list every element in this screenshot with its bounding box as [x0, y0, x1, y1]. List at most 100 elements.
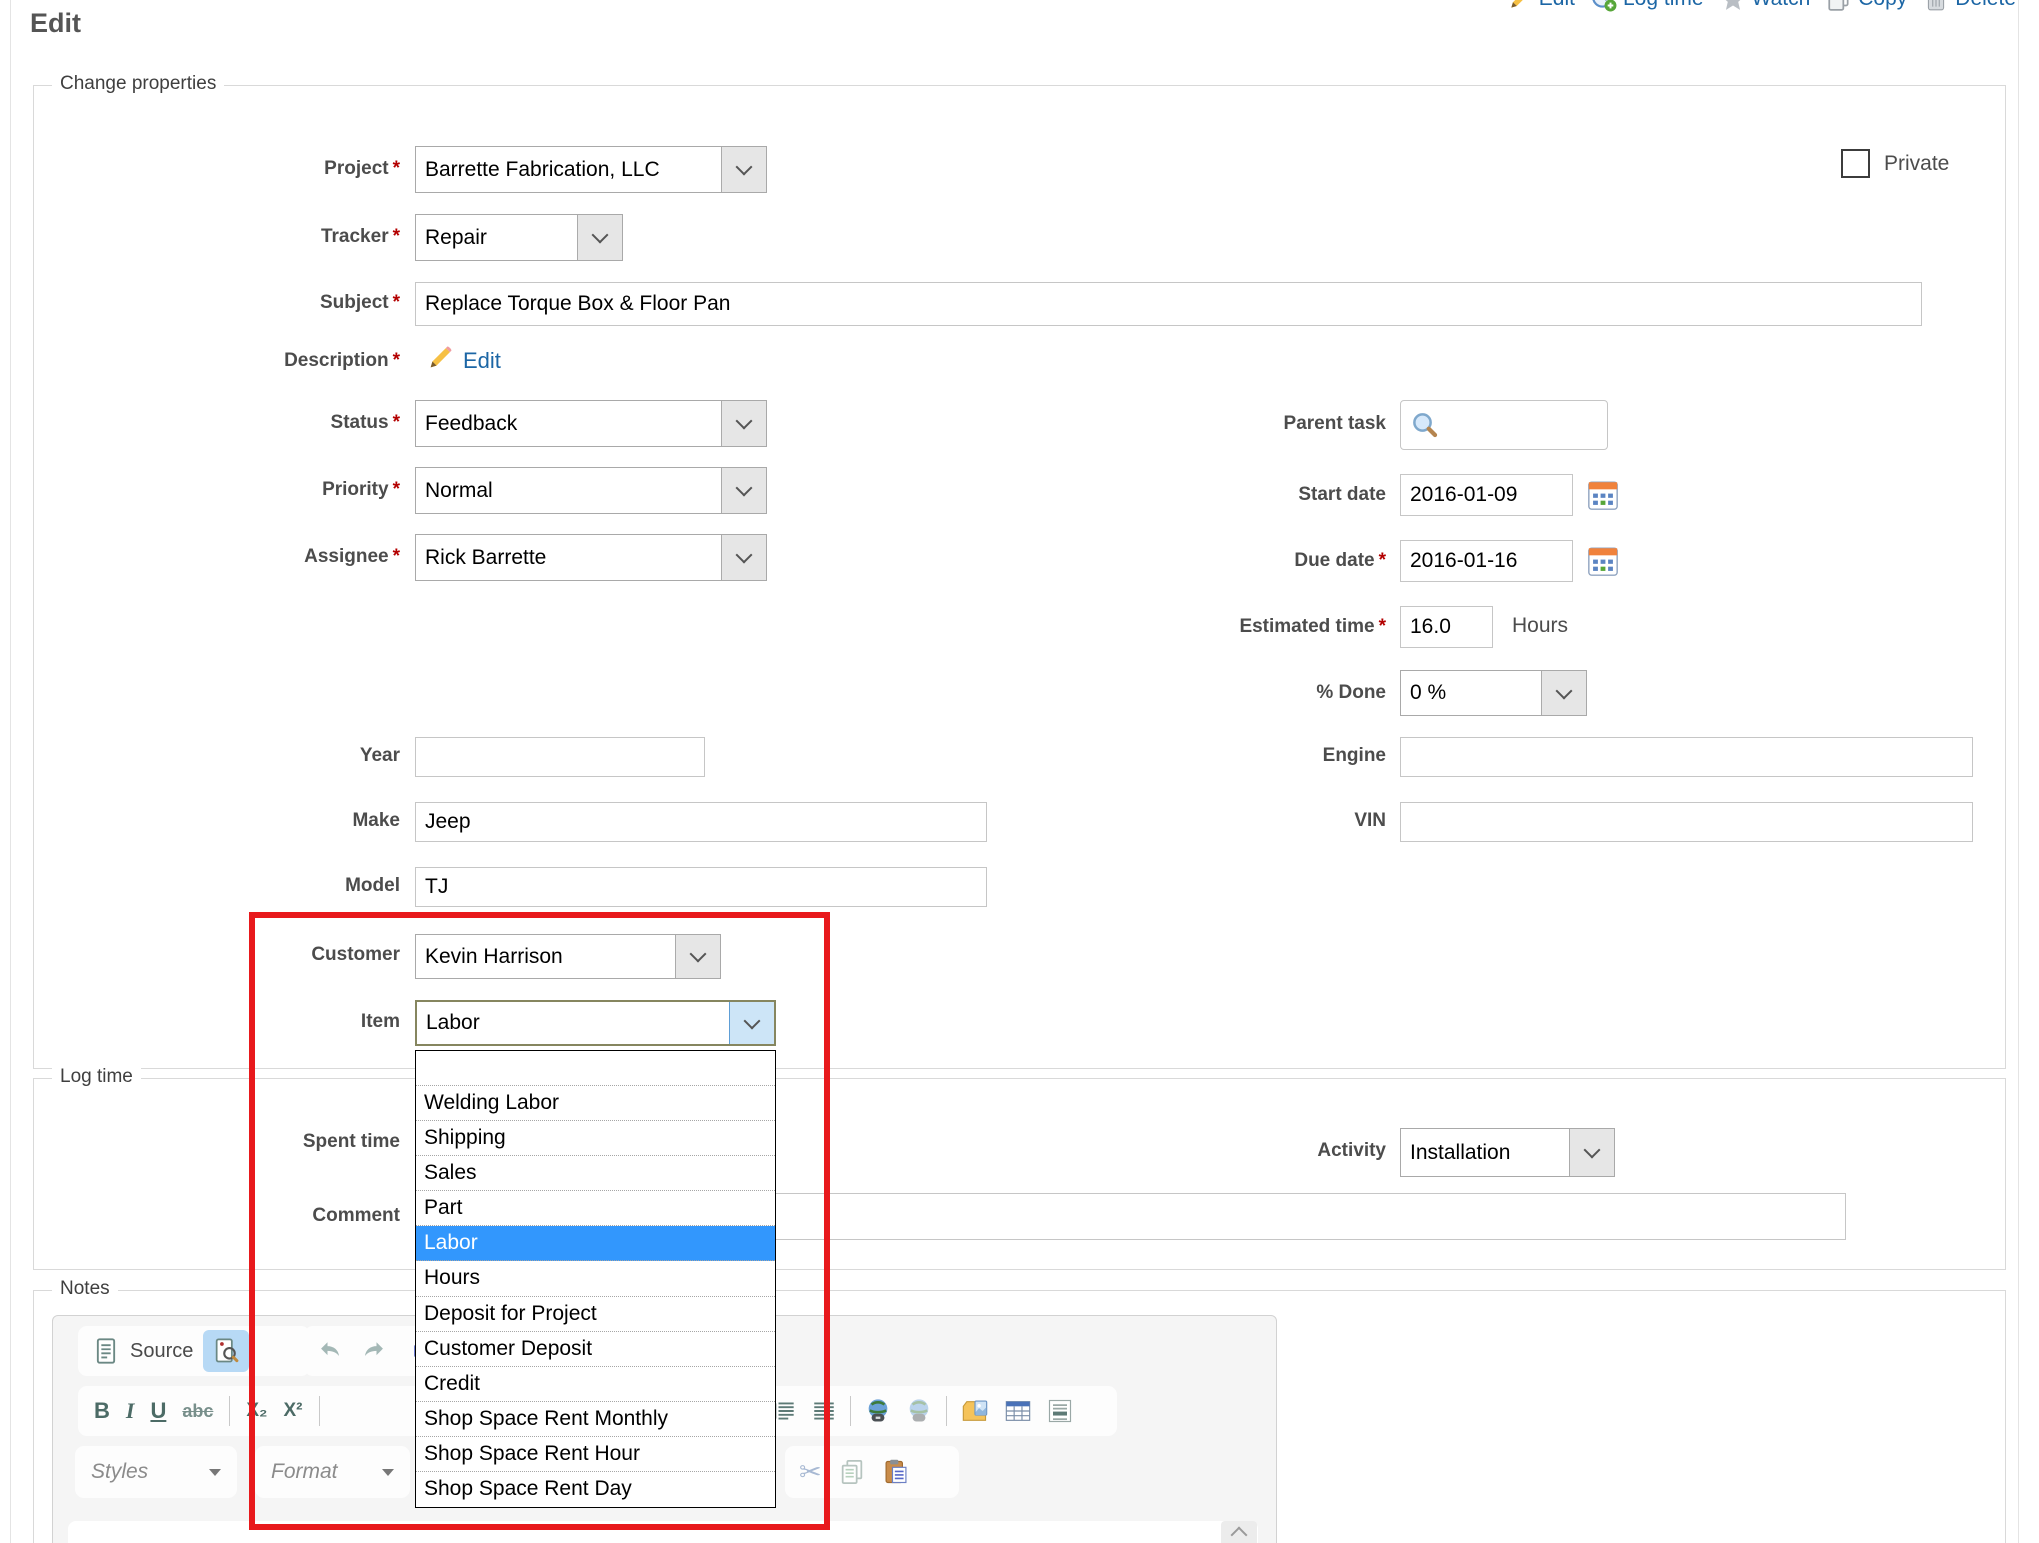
- vin-input[interactable]: [1400, 802, 1973, 842]
- customer-select[interactable]: Kevin Harrison: [415, 934, 721, 979]
- dropdown-option[interactable]: Deposit for Project: [416, 1297, 775, 1332]
- chevron-down-icon[interactable]: [721, 468, 766, 513]
- priority-select[interactable]: Normal: [415, 467, 767, 514]
- undo-icon[interactable]: [316, 1337, 346, 1365]
- engine-input[interactable]: [1400, 737, 1973, 777]
- editor-content-area[interactable]: [68, 1521, 1258, 1543]
- search-icon: [1410, 410, 1440, 440]
- assignee-select[interactable]: Rick Barrette: [415, 534, 767, 581]
- insert-table-icon[interactable]: [1003, 1397, 1033, 1425]
- dropdown-option-blank[interactable]: [416, 1051, 775, 1086]
- chevron-down-icon[interactable]: [675, 935, 720, 978]
- cut-icon[interactable]: ✂: [799, 1457, 822, 1488]
- dropdown-option[interactable]: Part: [416, 1191, 775, 1226]
- dropdown-option[interactable]: Shop Space Rent Monthly: [416, 1402, 775, 1437]
- content-right-border: [2018, 0, 2019, 1543]
- calendar-icon[interactable]: [1586, 478, 1620, 512]
- edit-action-link[interactable]: Edit: [1507, 0, 1575, 12]
- comment-label: Comment: [60, 1205, 400, 1227]
- priority-label: Priority*: [60, 479, 400, 501]
- watch-action-link[interactable]: Watch: [1720, 0, 1811, 12]
- toolbar-collapse-button[interactable]: [1221, 1521, 1257, 1543]
- chevron-down-icon[interactable]: [1541, 671, 1586, 715]
- chevron-down-icon[interactable]: [721, 401, 766, 446]
- dropdown-option[interactable]: Welding Labor: [416, 1086, 775, 1121]
- strikethrough-button[interactable]: abc: [182, 1401, 213, 1422]
- dropdown-option[interactable]: Credit: [416, 1367, 775, 1402]
- trash-icon: [1923, 0, 1949, 12]
- chevron-down-icon[interactable]: [721, 535, 766, 580]
- horizontal-rule-icon[interactable]: [1046, 1397, 1074, 1425]
- dropdown-option[interactable]: Customer Deposit: [416, 1332, 775, 1367]
- private-checkbox[interactable]: [1841, 149, 1870, 178]
- copy-icon: [1826, 0, 1852, 12]
- subscript-button[interactable]: X₂: [246, 1400, 267, 1422]
- chevron-down-icon[interactable]: [577, 215, 622, 260]
- due-date-label: Due date*: [1046, 550, 1386, 572]
- content-left-border: [10, 0, 11, 1543]
- calendar-icon[interactable]: [1586, 544, 1620, 578]
- chevron-down-icon[interactable]: [729, 1002, 774, 1044]
- preview-icon: [212, 1336, 240, 1366]
- make-input[interactable]: Jeep: [415, 802, 987, 842]
- italic-button[interactable]: I: [126, 1398, 135, 1424]
- insert-group: [762, 1386, 1117, 1436]
- pencil-icon: [426, 344, 454, 372]
- activity-select[interactable]: Installation: [1400, 1128, 1615, 1177]
- dropdown-option[interactable]: Hours: [416, 1261, 775, 1296]
- unlink-icon[interactable]: [905, 1397, 933, 1425]
- bold-button[interactable]: B: [94, 1398, 110, 1424]
- link-icon[interactable]: [864, 1397, 892, 1425]
- status-label: Status*: [60, 412, 400, 434]
- percent-done-select[interactable]: 0 %: [1400, 670, 1587, 716]
- issue-edit-page: Edit Log time Watch Copy Delete Edit Cha…: [0, 0, 2039, 1543]
- log-time-action-link[interactable]: Log time: [1591, 0, 1704, 12]
- parent-task-label: Parent task: [1046, 413, 1386, 435]
- item-select[interactable]: Labor: [415, 1000, 776, 1046]
- model-input[interactable]: TJ: [415, 867, 987, 907]
- year-label: Year: [60, 745, 400, 767]
- chevron-down-icon[interactable]: [721, 147, 766, 192]
- chevron-down-icon[interactable]: [1569, 1129, 1614, 1176]
- subject-input[interactable]: Replace Torque Box & Floor Pan: [415, 282, 1922, 326]
- estimated-time-input[interactable]: 16.0: [1400, 606, 1493, 648]
- year-input[interactable]: [415, 737, 705, 777]
- source-document-icon: [92, 1336, 120, 1366]
- source-button[interactable]: Source: [130, 1340, 193, 1363]
- contextual-actions: Edit Log time Watch Copy Delete: [0, 0, 2016, 12]
- engine-label: Engine: [1046, 745, 1386, 767]
- description-edit-link[interactable]: Edit: [463, 348, 501, 374]
- preview-button[interactable]: [203, 1330, 249, 1372]
- private-label: Private: [1884, 152, 1949, 176]
- project-label: Project*: [60, 158, 400, 180]
- copy-documents-icon[interactable]: [838, 1458, 866, 1486]
- dropdown-option[interactable]: Shipping: [416, 1121, 775, 1156]
- format-dropdown[interactable]: Format: [255, 1446, 410, 1498]
- delete-action-link[interactable]: Delete: [1923, 0, 2016, 12]
- dropdown-option[interactable]: Sales: [416, 1156, 775, 1191]
- styles-dropdown[interactable]: Styles: [75, 1446, 237, 1498]
- start-date-input[interactable]: 2016-01-09: [1400, 474, 1573, 516]
- dropdown-option[interactable]: Shop Space Rent Day: [416, 1472, 775, 1507]
- redo-icon[interactable]: [358, 1337, 388, 1365]
- copy-action-link[interactable]: Copy: [1826, 0, 1907, 12]
- project-select[interactable]: Barrette Fabrication, LLC: [415, 146, 767, 193]
- notes-legend: Notes: [52, 1278, 118, 1300]
- star-icon: [1720, 0, 1746, 12]
- caret-down-icon: [382, 1469, 394, 1476]
- paste-clipboard-icon[interactable]: [882, 1458, 910, 1486]
- underline-button[interactable]: U: [150, 1398, 166, 1424]
- due-date-input[interactable]: 2016-01-16: [1400, 540, 1573, 582]
- dropdown-option[interactable]: Shop Space Rent Hour: [416, 1437, 775, 1472]
- subject-label: Subject*: [60, 292, 400, 314]
- dropdown-option-selected[interactable]: Labor: [416, 1226, 775, 1261]
- superscript-button[interactable]: X²: [284, 1400, 303, 1422]
- parent-task-input[interactable]: [1400, 400, 1608, 450]
- status-select[interactable]: Feedback: [415, 400, 767, 447]
- div-container-icon[interactable]: [811, 1398, 837, 1424]
- tracker-select[interactable]: Repair: [415, 214, 623, 261]
- item-dropdown-list: Welding Labor Shipping Sales Part Labor …: [415, 1050, 776, 1508]
- insert-image-icon[interactable]: [960, 1397, 990, 1425]
- item-label: Item: [60, 1011, 400, 1033]
- caret-down-icon: [209, 1469, 221, 1476]
